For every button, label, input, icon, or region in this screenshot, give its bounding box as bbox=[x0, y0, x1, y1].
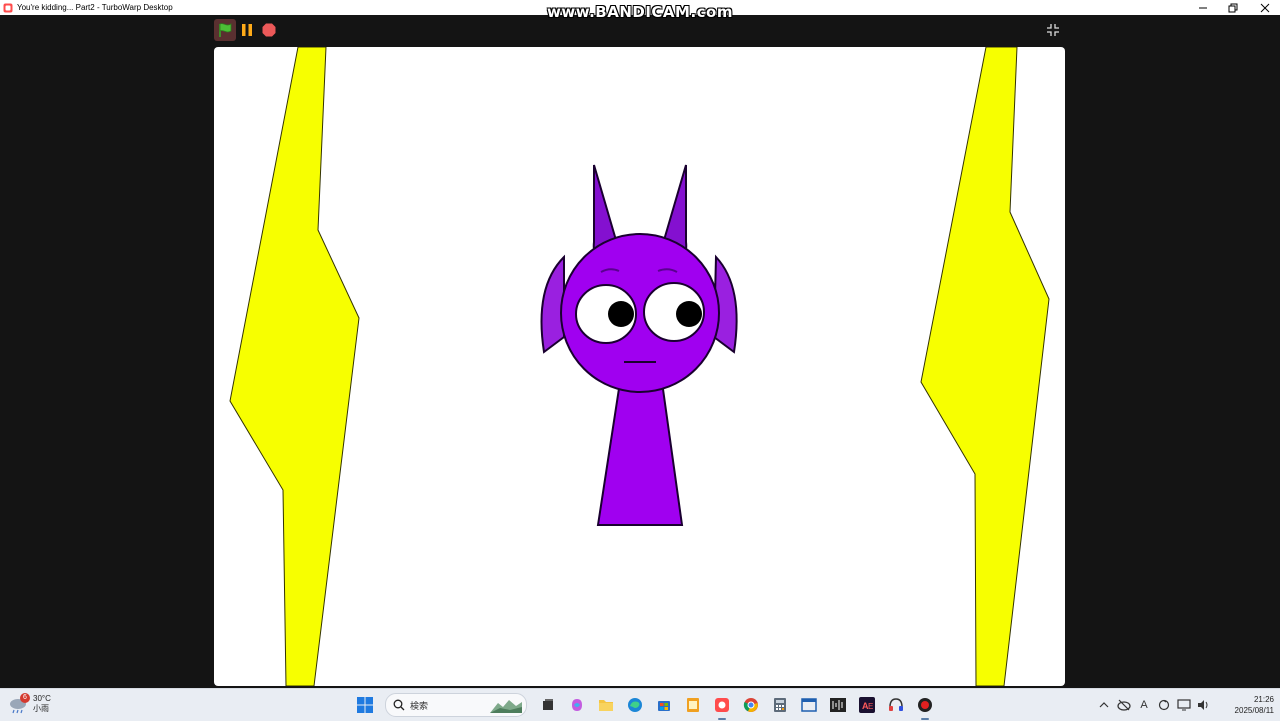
weather-condition: 小雨 bbox=[33, 704, 49, 713]
stage-canvas bbox=[229, 47, 1050, 686]
purple-character bbox=[540, 164, 738, 526]
left-lightning-bolt bbox=[229, 47, 360, 686]
exit-fullscreen-button[interactable] bbox=[1043, 20, 1063, 40]
record-icon bbox=[917, 698, 932, 712]
weather-alert-badge: 6 bbox=[20, 693, 30, 703]
windows-taskbar: 6 30°C 小雨 検索 A E A 21:26 2025/08/11 bbox=[0, 688, 1280, 721]
exit-fullscreen-icon bbox=[1047, 24, 1059, 36]
close-icon bbox=[1260, 3, 1270, 12]
audio-editor-icon bbox=[829, 698, 846, 712]
taskbar-headphones[interactable] bbox=[884, 693, 908, 717]
rain-cloud-icon: 6 bbox=[8, 693, 30, 715]
copilot-icon bbox=[571, 699, 582, 711]
window-icon bbox=[800, 698, 817, 712]
notes-icon bbox=[686, 698, 699, 712]
weather-temperature: 30°C bbox=[33, 694, 51, 703]
project-stage[interactable] bbox=[214, 47, 1065, 686]
stop-icon bbox=[262, 23, 276, 37]
taskbar-edge[interactable] bbox=[623, 693, 647, 717]
minimize-button[interactable] bbox=[1188, 0, 1218, 15]
taskbar-copilot[interactable] bbox=[565, 693, 589, 717]
edge-icon bbox=[627, 698, 642, 712]
search-highlight-icon bbox=[490, 700, 522, 713]
taskbar-window[interactable] bbox=[797, 693, 821, 717]
tray-display-button[interactable] bbox=[1174, 695, 1194, 715]
display-icon bbox=[1177, 699, 1191, 711]
taskbar-search[interactable]: 検索 bbox=[385, 693, 527, 717]
system-tray: A bbox=[1094, 693, 1214, 717]
clock-date: 2025/08/11 bbox=[1234, 706, 1274, 715]
tray-volume-button[interactable] bbox=[1194, 695, 1214, 715]
folder-icon bbox=[598, 700, 613, 711]
taskbar-audio-editor[interactable] bbox=[826, 693, 850, 717]
taskbar-calculator[interactable] bbox=[768, 693, 792, 717]
svg-text:E: E bbox=[868, 702, 873, 711]
store-icon bbox=[657, 701, 670, 711]
file-manager-icon bbox=[542, 699, 553, 710]
cloud-offline-icon bbox=[1117, 699, 1131, 711]
restore-icon bbox=[1228, 3, 1238, 12]
pause-button[interactable] bbox=[236, 19, 258, 41]
green-flag-button[interactable] bbox=[214, 19, 236, 41]
tray-overflow-button[interactable] bbox=[1094, 695, 1114, 715]
start-icon bbox=[356, 697, 373, 713]
start-button[interactable] bbox=[353, 693, 377, 717]
tray-network-status[interactable] bbox=[1114, 695, 1134, 715]
weather-widget[interactable]: 6 30°C 小雨 bbox=[8, 693, 51, 715]
taskbar-apps: 検索 A E bbox=[350, 693, 939, 720]
minimize-icon bbox=[1199, 7, 1207, 8]
clock-time: 21:26 bbox=[1253, 695, 1274, 704]
right-pupil bbox=[676, 301, 702, 327]
player-controls bbox=[214, 19, 280, 41]
ime-indicator[interactable]: A bbox=[1134, 695, 1154, 715]
speaker-icon bbox=[1198, 700, 1208, 710]
character-body bbox=[596, 381, 684, 526]
headphones-icon bbox=[888, 698, 903, 711]
taskbar-turbowarp[interactable] bbox=[710, 693, 734, 720]
chrome-icon bbox=[743, 698, 758, 712]
calculator-icon bbox=[773, 698, 786, 712]
pause-icon bbox=[242, 24, 252, 36]
taskbar-recorder[interactable] bbox=[913, 693, 937, 720]
taskbar-adobe[interactable]: AE bbox=[855, 693, 879, 717]
search-icon bbox=[393, 699, 405, 711]
taskbar-store[interactable] bbox=[652, 693, 676, 717]
right-lightning-bolt bbox=[920, 47, 1050, 686]
chevron-up-icon bbox=[1099, 702, 1109, 708]
search-placeholder: 検索 bbox=[410, 700, 429, 711]
taskbar-folder[interactable] bbox=[594, 693, 618, 717]
taskbar-file-manager[interactable] bbox=[536, 693, 560, 717]
taskbar-chrome[interactable] bbox=[739, 693, 763, 717]
tray-sync-button[interactable] bbox=[1154, 695, 1174, 715]
turbowarp-icon bbox=[714, 698, 729, 712]
bandicam-watermark: www.BANDICAM.com bbox=[546, 3, 733, 21]
stop-button[interactable] bbox=[258, 19, 280, 41]
sync-icon bbox=[1158, 699, 1170, 711]
taskbar-notes[interactable] bbox=[681, 693, 705, 717]
restore-button[interactable] bbox=[1218, 0, 1248, 15]
adobe-icon: AE bbox=[858, 697, 875, 713]
green-flag-icon bbox=[219, 23, 232, 37]
taskbar-clock[interactable]: 21:26 2025/08/11 bbox=[1222, 694, 1274, 716]
close-button[interactable] bbox=[1250, 0, 1280, 15]
left-pupil bbox=[608, 301, 634, 327]
